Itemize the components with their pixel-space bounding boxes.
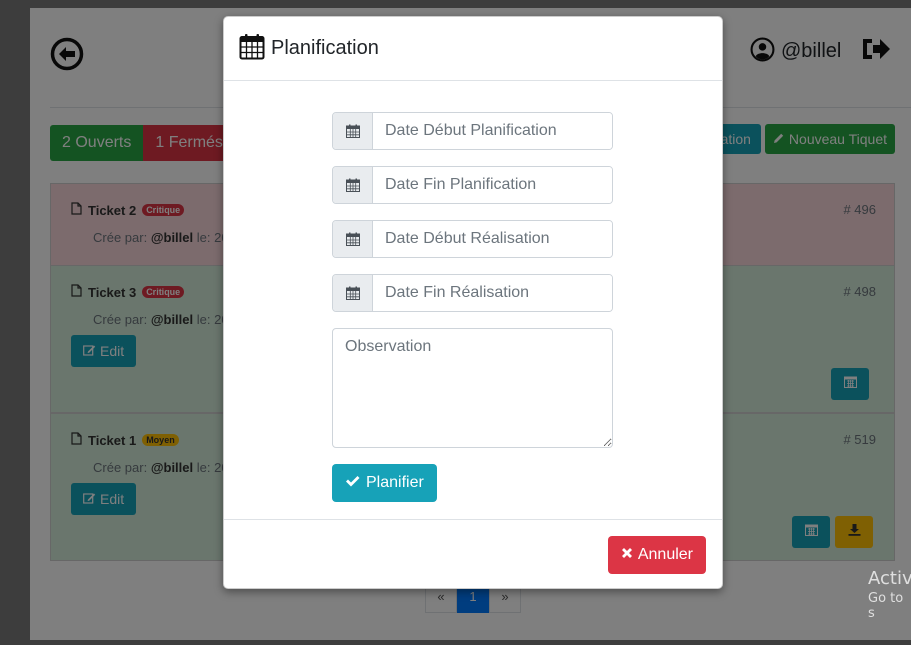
date-debut-realisation-group xyxy=(332,220,613,258)
planification-modal: Planification Planifier Annuler xyxy=(223,16,723,589)
calendar-icon xyxy=(239,33,265,65)
annuler-button[interactable]: Annuler xyxy=(607,536,706,574)
planifier-button[interactable]: Planifier xyxy=(332,464,437,502)
date-fin-planification-input[interactable] xyxy=(373,167,612,203)
modal-header: Planification xyxy=(224,17,722,81)
check-icon xyxy=(345,474,360,492)
times-icon xyxy=(621,546,633,564)
watermark-line1: Activ xyxy=(868,568,911,589)
calendar-icon xyxy=(333,275,373,311)
modal-title: Planification xyxy=(271,37,379,59)
calendar-icon xyxy=(333,167,373,203)
observation-textarea[interactable] xyxy=(332,328,613,448)
date-debut-planification-input[interactable] xyxy=(373,113,612,149)
watermark-line2: Go to s xyxy=(868,591,904,621)
annuler-label: Annuler xyxy=(637,546,693,563)
date-fin-planification-group xyxy=(332,166,613,204)
modal-footer: Annuler xyxy=(224,519,722,589)
calendar-icon xyxy=(333,113,373,149)
calendar-icon xyxy=(333,221,373,257)
date-fin-realisation-group xyxy=(332,274,613,312)
date-fin-realisation-input[interactable] xyxy=(373,275,612,311)
modal-body: Planifier xyxy=(224,81,724,519)
date-debut-planification-group xyxy=(332,112,613,150)
activation-watermark: Activ Go to s xyxy=(868,568,911,621)
planifier-label: Planifier xyxy=(366,474,424,491)
date-debut-realisation-input[interactable] xyxy=(373,221,612,257)
